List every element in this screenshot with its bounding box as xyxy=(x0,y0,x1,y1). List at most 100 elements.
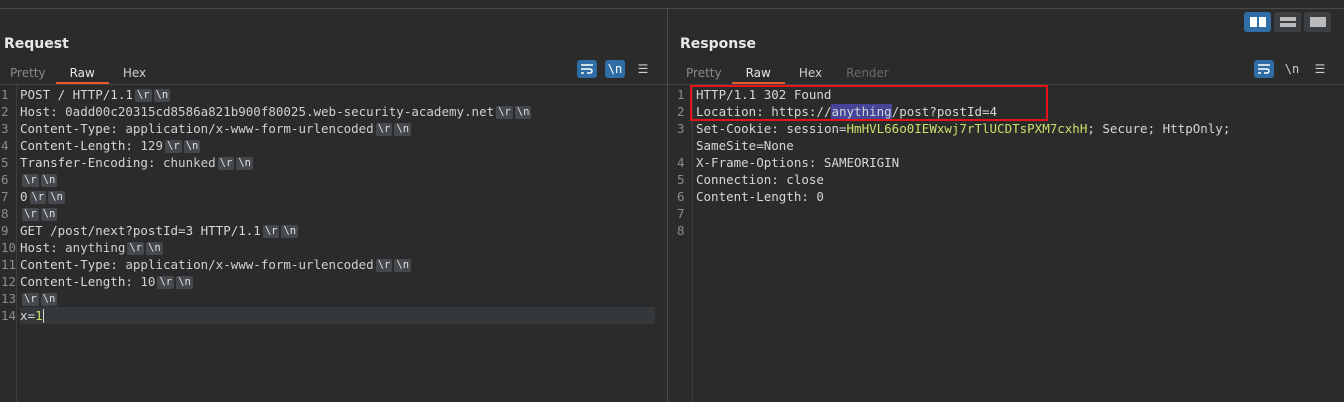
annotation-highlight-box xyxy=(690,85,1048,121)
request-tabs: Pretty Raw Hex xyxy=(0,62,160,84)
request-code[interactable]: POST / HTTP/1.1 \r \n Host: 0add00c20315cd8… xyxy=(20,86,655,324)
cookie-value: HmHVL66o0IEWxwj7rTlUCDTsPXM7cxhH xyxy=(846,121,1088,136)
request-editor[interactable]: 1 2 3 4 5 6 7 8 9 10 11 12 13 14 POST / HTTP/1.1 \r \n H… xyxy=(0,86,667,402)
code-line: Host: 0add00c20315cd8586a821b900f80025.w… xyxy=(20,103,655,120)
header-key: Content-Length xyxy=(20,274,126,289)
header-line: Connection: close xyxy=(696,172,824,187)
cr-marker: \r xyxy=(157,276,175,289)
response-title: Response xyxy=(680,36,757,52)
response-tab-pretty[interactable]: Pretty xyxy=(676,62,732,84)
line-number xyxy=(676,137,692,154)
cr-marker: \r xyxy=(22,174,39,187)
response-tab-render[interactable]: Render xyxy=(836,62,899,84)
code-line: Content-Type: application/x-www-form-url… xyxy=(20,120,655,137)
header-value: SameSite=None xyxy=(696,138,794,153)
cr-marker: \r xyxy=(217,157,235,170)
show-newlines-icon[interactable]: \n xyxy=(1282,60,1302,78)
cr-marker: \r xyxy=(22,208,39,221)
lf-marker: \n xyxy=(183,140,201,153)
wrap-lines-icon[interactable] xyxy=(1254,60,1274,78)
cr-marker: \r xyxy=(127,242,145,255)
code-line: Set-Cookie: session=HmHVL66o0IEWxwj7rTlU… xyxy=(696,120,1332,137)
line-number: 11 xyxy=(1,257,17,272)
request-pane: Request Pretty Raw Hex \n ☰ 1 2 3 4 5 6 7 8 9 10 1… xyxy=(0,8,668,402)
header-key: Content-Type xyxy=(20,121,111,136)
cr-marker: \r xyxy=(165,140,182,153)
header-value: : 129 xyxy=(125,138,163,153)
code-line: Host: anything \r \n xyxy=(20,239,655,256)
response-tab-raw[interactable]: Raw xyxy=(731,62,785,84)
lf-marker: \n xyxy=(40,293,58,306)
lf-marker: \n xyxy=(394,259,412,272)
response-tabs: Pretty Raw Hex Render xyxy=(676,62,899,84)
code-line: X-Frame-Options: SAMEORIGIN xyxy=(696,154,1332,171)
line-number: 7 xyxy=(677,206,685,221)
show-newlines-icon[interactable]: \n xyxy=(605,60,625,78)
header-value: : application/x-www-form-urlencoded xyxy=(110,121,374,136)
line-number: 2 xyxy=(1,104,9,119)
request-tab-hex[interactable]: Hex xyxy=(109,62,160,84)
request-title: Request xyxy=(4,36,69,52)
line-gutter: 1 2 3 4 5 6 7 8 9 10 11 12 13 14 xyxy=(0,86,17,402)
header-key: Content-Type xyxy=(20,257,111,272)
line-number: 1 xyxy=(1,87,9,102)
menu-icon[interactable]: ☰ xyxy=(1310,60,1330,78)
header-key: Set-Cookie xyxy=(696,121,772,136)
code-line: Content-Length: 129 \r \n xyxy=(20,137,655,154)
line-number: 6 xyxy=(1,172,9,187)
header-key: Host xyxy=(20,240,51,255)
code-line: \r \n xyxy=(20,171,655,188)
lf-marker: \n xyxy=(394,123,412,136)
header-value: 1 xyxy=(35,308,43,323)
line-gutter: 12345678 xyxy=(676,86,693,402)
text-cursor xyxy=(42,309,44,323)
header-key: Transfer-Encoding xyxy=(20,155,148,170)
cr-marker: \r xyxy=(29,191,47,204)
code-line: \r \n xyxy=(20,290,655,307)
code-line: 0 \r \n xyxy=(20,188,655,205)
header-value: : session= xyxy=(771,121,847,136)
response-editor[interactable]: 12345678 HTTP/1.1 302 Found Location: ht… xyxy=(668,86,1344,402)
header-value: ; Secure; HttpOnly; xyxy=(1087,121,1231,136)
line-number: 4 xyxy=(1,138,9,153)
line-number: 8 xyxy=(677,223,685,238)
header-key: GET /post/next?postId=3 HTTP/1.1 xyxy=(20,223,261,238)
code-line: Content-Length: 10 \r \n xyxy=(20,273,655,290)
lf-marker: \n xyxy=(40,208,58,221)
header-key: x= xyxy=(20,308,36,323)
code-line: Connection: close xyxy=(696,171,1332,188)
response-tab-hex[interactable]: Hex xyxy=(785,62,836,84)
line-number: 9 xyxy=(1,223,9,238)
line-number: 12 xyxy=(1,274,17,289)
lf-marker: \n xyxy=(48,191,65,204)
lf-marker: \n xyxy=(153,89,171,102)
code-line: GET /post/next?postId=3 HTTP/1.1 \r \n xyxy=(20,222,655,239)
line-number: 4 xyxy=(677,155,685,170)
code-line: Content-Type: application/x-www-form-url… xyxy=(20,256,655,273)
header-line: Content-Length: 0 xyxy=(696,189,824,204)
cr-marker: \r xyxy=(496,106,513,119)
lf-marker: \n xyxy=(176,276,193,289)
header-value: : 0add00c20315cd8586a821b900f80025.web-s… xyxy=(50,104,495,119)
request-tab-raw[interactable]: Raw xyxy=(55,62,109,84)
header-value: : application/x-www-form-urlencoded xyxy=(110,257,374,272)
code-line: Content-Length: 0 xyxy=(696,188,1332,205)
request-tab-pretty[interactable]: Pretty xyxy=(0,62,56,84)
wrap-lines-icon[interactable] xyxy=(577,60,597,78)
response-pane: Response Pretty Raw Hex Render \n ☰ 1234… xyxy=(668,8,1344,402)
divider xyxy=(0,84,667,85)
lf-marker: \n xyxy=(146,242,163,255)
line-number: 3 xyxy=(677,121,685,136)
lf-marker: \n xyxy=(236,157,253,170)
line-number: 10 xyxy=(1,240,17,255)
line-number: 5 xyxy=(1,155,9,170)
line-number: 6 xyxy=(677,189,685,204)
lf-marker: \n xyxy=(514,106,532,119)
line-number: 13 xyxy=(1,291,17,306)
line-number: 5 xyxy=(677,172,685,187)
header-key: POST / HTTP/1.1 xyxy=(20,87,133,102)
lf-marker: \n xyxy=(281,225,299,238)
menu-icon[interactable]: ☰ xyxy=(633,60,653,78)
header-value: : chunked xyxy=(147,155,216,170)
